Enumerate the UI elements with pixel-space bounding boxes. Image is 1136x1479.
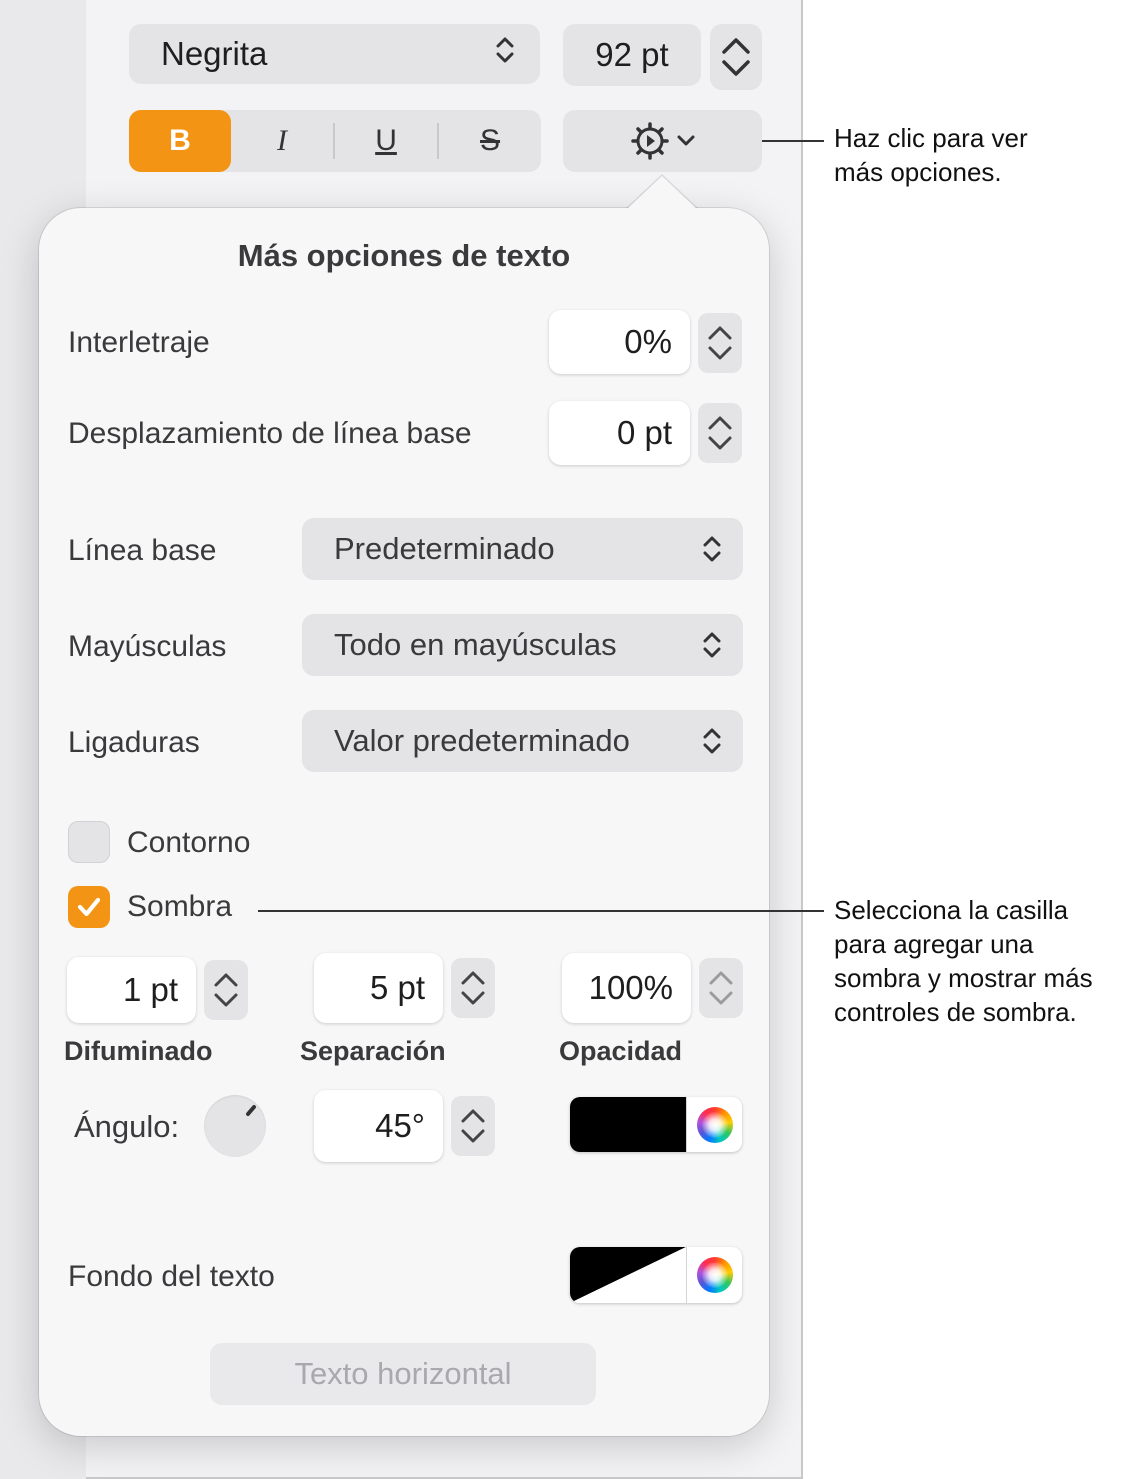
callout-text-line: más opciones. (834, 157, 1002, 187)
font-style-popup[interactable]: Negrita (129, 24, 540, 84)
chevron-down-icon (677, 135, 694, 146)
callout-more-options: Haz clic para ver más opciones. (834, 121, 1028, 189)
chevron-down-icon[interactable] (460, 990, 486, 1006)
chevron-down-icon[interactable] (708, 990, 734, 1006)
font-size-field[interactable]: 92 pt (563, 24, 701, 86)
text-background-swatch[interactable] (570, 1247, 686, 1303)
shadow-angle-label: Ángulo: (74, 1109, 180, 1144)
chevron-up-icon[interactable] (460, 970, 486, 986)
ligatures-popup[interactable]: Valor predeterminado (302, 710, 743, 772)
popover-arrow (626, 176, 698, 210)
no-fill-swatch-icon (570, 1247, 686, 1303)
baseline-shift-stepper[interactable] (698, 403, 742, 463)
callout-text-line: sombra y mostrar más (834, 963, 1093, 993)
capitalization-popup[interactable]: Todo en mayúsculas (302, 614, 743, 676)
character-spacing-label: Interletraje (68, 326, 210, 359)
color-wheel-icon (696, 1257, 733, 1293)
baseline-popup[interactable]: Predeterminado (302, 518, 743, 580)
callout-shadow: Selecciona la casilla para agregar una s… (834, 893, 1093, 1029)
shadow-opacity-field[interactable]: 100% (562, 953, 691, 1023)
baseline-shift-field[interactable]: 0 pt (549, 401, 690, 465)
bold-button[interactable]: B (129, 110, 232, 172)
font-size-value: 92 pt (595, 36, 669, 73)
outline-checkbox[interactable] (68, 821, 110, 863)
callout-line (762, 140, 824, 142)
chevron-updown-icon (703, 728, 721, 754)
gear-icon (630, 122, 669, 160)
callout-text-line: Haz clic para ver (834, 123, 1028, 153)
chevron-down-icon[interactable] (720, 58, 752, 78)
callout-text-line: controles de sombra. (834, 997, 1077, 1027)
chevron-up-icon[interactable] (213, 972, 239, 988)
shadow-angle-stepper[interactable] (451, 1096, 495, 1156)
chevron-up-icon[interactable] (707, 415, 733, 431)
character-spacing-stepper[interactable] (698, 313, 742, 373)
shadow-offset-stepper[interactable] (451, 958, 495, 1018)
chevron-up-icon[interactable] (707, 325, 733, 341)
shadow-checkbox[interactable] (68, 886, 110, 928)
italic-button[interactable]: I (231, 110, 333, 172)
color-picker-button[interactable] (686, 1097, 742, 1152)
baseline-value: Predeterminado (334, 531, 555, 566)
angle-dial[interactable] (204, 1095, 266, 1157)
shadow-label: Sombra (127, 890, 233, 923)
underline-button[interactable]: U (335, 110, 437, 172)
outline-label: Contorno (127, 826, 251, 859)
shadow-offset-label: Separación (300, 1036, 446, 1066)
callout-line (258, 910, 824, 912)
shadow-color-swatch[interactable] (570, 1097, 686, 1152)
shadow-angle-field[interactable]: 45° (314, 1090, 443, 1162)
shadow-opacity-label: Opacidad (559, 1036, 683, 1066)
ligatures-label: Ligaduras (68, 726, 200, 759)
chevron-updown-icon (703, 632, 721, 658)
horizontal-text-button[interactable]: Texto horizontal (210, 1343, 596, 1405)
capitalization-value: Todo en mayúsculas (334, 627, 617, 662)
shadow-offset-field[interactable]: 5 pt (314, 953, 443, 1023)
shadow-blur-field[interactable]: 1 pt (67, 957, 196, 1023)
chevron-up-icon[interactable] (708, 970, 734, 986)
callout-text-line: Selecciona la casilla (834, 895, 1069, 925)
chevron-down-icon[interactable] (460, 1128, 486, 1144)
callout-text-line: para agregar una (834, 929, 1034, 959)
chevron-up-icon[interactable] (720, 36, 752, 56)
shadow-opacity-stepper[interactable] (699, 958, 743, 1018)
chevron-up-icon[interactable] (460, 1108, 486, 1124)
more-text-options-button[interactable] (563, 110, 762, 172)
chevron-down-icon[interactable] (707, 435, 733, 451)
shadow-blur-stepper[interactable] (204, 960, 248, 1020)
color-wheel-icon (696, 1106, 733, 1143)
baseline-label: Línea base (68, 534, 217, 567)
chevron-down-icon[interactable] (213, 992, 239, 1008)
chevron-updown-icon (494, 33, 516, 75)
ligatures-value: Valor predeterminado (334, 723, 630, 758)
font-style-value: Negrita (161, 35, 268, 72)
strikethrough-button[interactable]: S (439, 110, 541, 172)
text-style-buttons: B I U S (129, 110, 541, 172)
character-spacing-field[interactable]: 0% (549, 310, 690, 374)
text-background-color-well[interactable] (570, 1247, 742, 1303)
popover-title: Más opciones de texto (237, 238, 571, 273)
angle-indicator-icon (246, 1105, 256, 1116)
shadow-color-well[interactable] (570, 1097, 742, 1152)
shadow-blur-label: Difuminado (64, 1036, 213, 1066)
text-background-label: Fondo del texto (68, 1260, 275, 1293)
chevron-down-icon[interactable] (707, 345, 733, 361)
baseline-shift-label: Desplazamiento de línea base (68, 417, 472, 450)
font-size-stepper[interactable] (710, 24, 762, 90)
chevron-updown-icon (703, 536, 721, 562)
checkmark-icon (77, 897, 101, 917)
capitalization-label: Mayúsculas (68, 630, 227, 663)
color-picker-button[interactable] (686, 1247, 742, 1303)
